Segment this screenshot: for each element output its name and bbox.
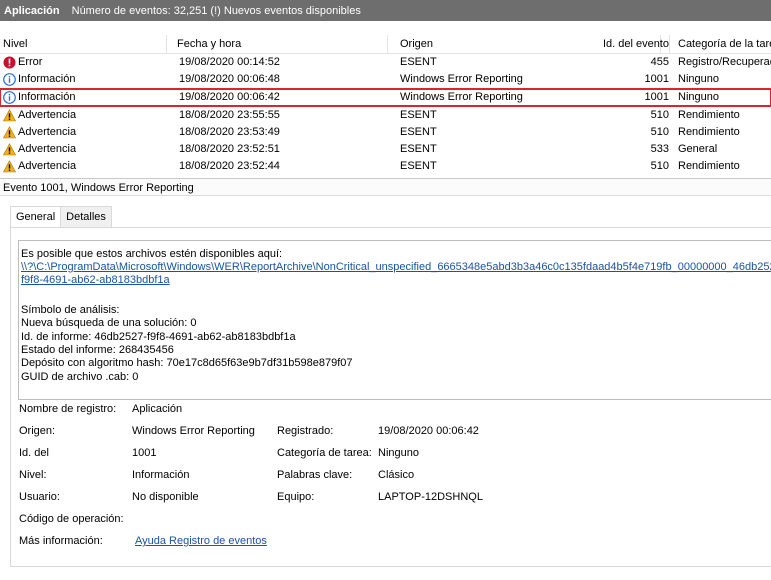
keywords-label: Palabras clave: [277, 469, 353, 481]
log-name-value: Aplicación [132, 403, 183, 415]
row-event-id: 510 [650, 109, 669, 121]
event-row[interactable]: Advertencia 18/08/2020 23:53:49 ESENT 51… [0, 124, 771, 141]
computer-label: Equipo: [277, 491, 315, 503]
user-label: Usuario: [19, 491, 60, 503]
row-datetime: 18/08/2020 23:55:55 [179, 109, 280, 121]
warning-icon [3, 126, 16, 139]
event-detail-title: Evento 1001, Windows Error Reporting [0, 178, 771, 196]
column-header-level[interactable]: Nivel [3, 35, 167, 53]
user-value: No disponible [132, 491, 199, 503]
error-icon [3, 56, 16, 69]
row-event-id: 533 [650, 143, 669, 155]
row-task-category: Ninguno [678, 91, 719, 103]
row-task-category: Registro/Recuperación [678, 56, 771, 68]
column-header-task-category[interactable]: Categoría de la tarea [678, 35, 771, 53]
event-row[interactable]: Advertencia 18/08/2020 23:52:44 ESENT 51… [0, 158, 771, 175]
warning-icon [3, 143, 16, 156]
row-task-category: General [678, 143, 718, 155]
description-line: Depósito con algoritmo hash: 70e17c8d65f… [21, 357, 353, 369]
row-level: Advertencia [18, 109, 77, 121]
level-label: Nivel: [19, 469, 47, 481]
row-level: Error [18, 56, 43, 68]
opcode-label: Código de operación: [19, 513, 124, 525]
event-id-label: Id. del [19, 447, 49, 459]
event-row[interactable]: Advertencia 18/08/2020 23:55:55 ESENT 51… [0, 107, 771, 124]
row-event-id: 1001 [644, 73, 669, 85]
event-grid-header: Nivel Fecha y hora Origen Id. del evento… [0, 35, 771, 54]
row-datetime: 18/08/2020 23:52:44 [179, 160, 280, 172]
info-icon [3, 73, 16, 86]
description-line: Nueva búsqueda de una solución: 0 [21, 317, 197, 329]
source-label: Origen: [19, 425, 56, 437]
log-name-label: Nombre de registro: [19, 403, 117, 415]
keywords-value: Clásico [378, 469, 415, 481]
row-datetime: 18/08/2020 23:52:51 [179, 143, 280, 155]
event-row[interactable]: Error 19/08/2020 00:14:52 ESENT 455 Regi… [0, 54, 771, 71]
warning-icon [3, 160, 16, 173]
detail-tabs: General Detalles [10, 206, 112, 228]
row-datetime: 19/08/2020 00:06:42 [179, 91, 280, 103]
description-line: GUID de archivo .cab: 0 [21, 371, 139, 383]
event-description[interactable]: Es posible que estos archivos estén disp… [18, 240, 771, 400]
event-list: Error 19/08/2020 00:14:52 ESENT 455 Regi… [0, 54, 771, 176]
event-log-help-link[interactable]: Ayuda Registro de eventos [135, 534, 267, 548]
row-level: Información [18, 73, 76, 85]
more-info-label: Más información: [19, 535, 103, 547]
row-level: Advertencia [18, 126, 77, 138]
row-task-category: Rendimiento [678, 126, 740, 138]
event-row[interactable]: Información 19/08/2020 00:06:48 Windows … [0, 71, 771, 88]
description-intro: Es posible que estos archivos estén disp… [21, 248, 283, 260]
row-datetime: 18/08/2020 23:53:49 [179, 126, 280, 138]
event-row-selected[interactable]: Información 19/08/2020 00:06:42 Windows … [0, 88, 771, 107]
description-line: Símbolo de análisis: [21, 304, 120, 316]
row-datetime: 19/08/2020 00:06:48 [179, 73, 280, 85]
column-header-event-id[interactable]: Id. del evento [571, 35, 670, 53]
level-value: Información [132, 469, 190, 481]
log-name: Aplicación [4, 4, 60, 17]
description-line: Estado del informe: 268435456 [21, 344, 174, 356]
row-task-category: Rendimiento [678, 109, 740, 121]
row-level: Advertencia [18, 143, 77, 155]
tab-general[interactable]: General [10, 206, 62, 228]
row-level: Advertencia [18, 160, 77, 172]
column-header-datetime[interactable]: Fecha y hora [177, 35, 388, 53]
event-row[interactable]: Advertencia 18/08/2020 23:52:51 ESENT 53… [0, 141, 771, 158]
row-datetime: 19/08/2020 00:14:52 [179, 56, 280, 68]
tab-details[interactable]: Detalles [60, 206, 112, 227]
task-category-label: Categoría de tarea: [277, 447, 372, 459]
event-count: Número de eventos: 32,251 (!) Nuevos eve… [71, 4, 361, 17]
row-event-id: 455 [650, 56, 669, 68]
row-event-id: 510 [650, 126, 669, 138]
logged-value: 19/08/2020 00:06:42 [378, 425, 479, 437]
log-header-bar: Aplicación Número de eventos: 32,251 (!)… [0, 0, 771, 21]
row-level: Información [18, 91, 76, 103]
warning-icon [3, 109, 16, 122]
task-category-value: Ninguno [378, 447, 419, 459]
computer-value: LAPTOP-12DSHNQL [378, 491, 483, 503]
info-icon [3, 91, 16, 104]
source-value: Windows Error Reporting [132, 425, 255, 437]
description-line: Id. de informe: 46db2527-f9f8-4691-ab62-… [21, 331, 296, 343]
report-archive-link-continued[interactable]: f9f8-4691-ab62-ab8183bdbf1a [21, 274, 170, 286]
row-event-id: 510 [650, 160, 669, 172]
event-id-value: 1001 [132, 447, 157, 459]
row-task-category: Ninguno [678, 73, 719, 85]
row-task-category: Rendimiento [678, 160, 740, 172]
report-archive-link[interactable]: \\?\C:\ProgramData\Microsoft\Windows\WER… [21, 261, 771, 273]
logged-label: Registrado: [277, 425, 334, 437]
row-event-id: 1001 [644, 91, 669, 103]
